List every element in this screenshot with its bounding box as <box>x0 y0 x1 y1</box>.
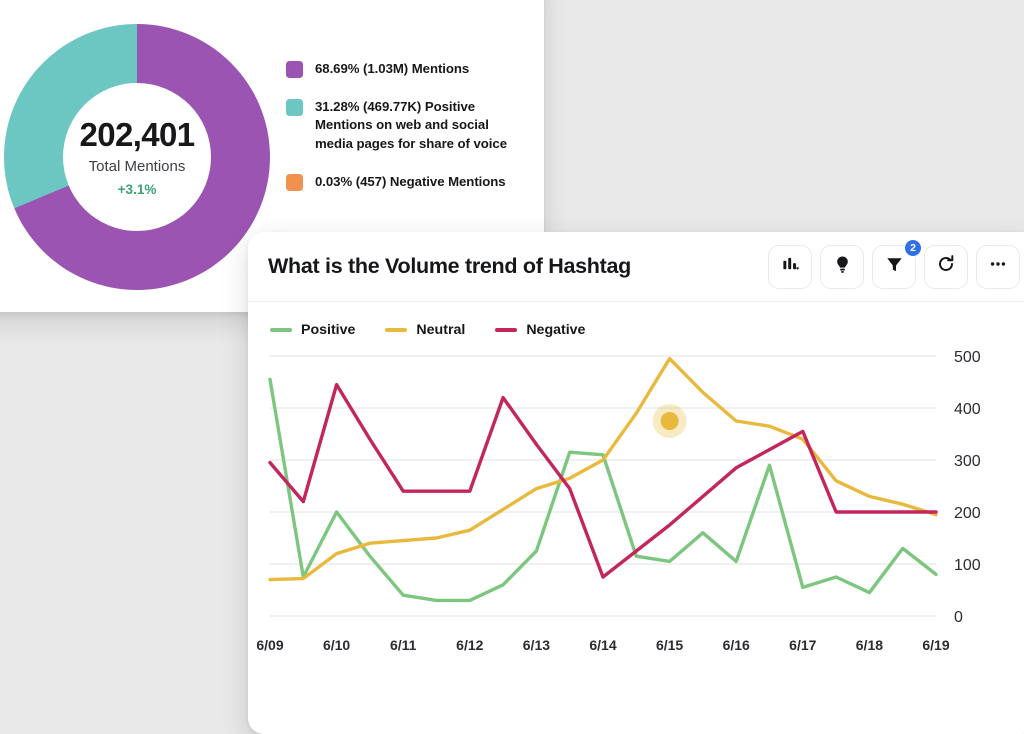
lightbulb-icon <box>833 255 852 279</box>
x-axis-tick: 6/10 <box>323 637 350 653</box>
donut-center: 202,401 Total Mentions +3.1% <box>63 83 211 231</box>
total-mentions-label: Total Mentions <box>89 158 186 175</box>
x-axis-tick: 6/17 <box>789 637 816 653</box>
y-axis-tick: 500 <box>954 349 981 366</box>
x-axis-tick: 6/11 <box>390 637 417 653</box>
more-options-icon <box>988 254 1008 279</box>
legend-item-label: 31.28% (469.77K) Positive Mentions on we… <box>315 98 524 154</box>
x-axis-tick: 6/13 <box>523 637 550 653</box>
x-axis-tick: 6/14 <box>589 637 616 653</box>
page-title: What is the Volume trend of Hashtag <box>268 254 768 279</box>
legend-color-swatch <box>286 61 303 78</box>
chart-legend-label: Neutral <box>416 322 465 338</box>
y-axis-tick: 0 <box>954 609 963 626</box>
x-axis-tick: 6/09 <box>256 637 283 653</box>
screen: 202,401 Total Mentions +3.1% 68.69% (1.0… <box>0 0 1024 734</box>
donut-legend: 68.69% (1.03M) Mentions 31.28% (469.77K) … <box>286 60 524 192</box>
highlight-point <box>661 412 679 430</box>
chart-legend: Positive Neutral Negative <box>248 302 1024 338</box>
filter-badge: 2 <box>904 239 922 257</box>
x-axis-tick: 6/19 <box>922 637 949 653</box>
volume-trend-card: What is the Volume trend of Hashtag <box>248 232 1024 734</box>
card-actions: 2 <box>768 245 1020 289</box>
chart-legend-item[interactable]: Positive <box>270 322 355 338</box>
donut-chart[interactable]: 202,401 Total Mentions +3.1% <box>4 24 270 290</box>
chart-type-button[interactable] <box>768 245 812 289</box>
donut-legend-item[interactable]: 68.69% (1.03M) Mentions <box>286 60 524 79</box>
x-axis-tick: 6/12 <box>456 637 483 653</box>
legend-item-label: 68.69% (1.03M) Mentions <box>315 60 469 79</box>
total-mentions-delta: +3.1% <box>118 182 157 197</box>
chart-legend-item[interactable]: Negative <box>495 322 585 338</box>
line-chart-svg[interactable]: 0 100 200 300 400 500 6/09 6/10 6/11 6/12 6/13 6/14… <box>248 338 1024 728</box>
legend-line-swatch <box>385 328 407 332</box>
x-axis-tick: 6/15 <box>656 637 683 653</box>
insights-button[interactable] <box>820 245 864 289</box>
filter-icon <box>885 255 904 279</box>
y-axis-tick: 100 <box>954 557 981 574</box>
y-axis-tick: 400 <box>954 401 981 418</box>
legend-color-swatch <box>286 99 303 116</box>
x-axis-tick: 6/18 <box>856 637 883 653</box>
total-mentions-value: 202,401 <box>79 118 194 151</box>
x-axis-tick: 6/16 <box>723 637 750 653</box>
bar-chart-icon <box>781 255 800 279</box>
donut-legend-item[interactable]: 0.03% (457) Negative Mentions <box>286 173 524 192</box>
refresh-icon <box>936 254 956 279</box>
legend-line-swatch <box>495 328 517 332</box>
series-line-positive <box>270 379 936 600</box>
refresh-button[interactable] <box>924 245 968 289</box>
card-header: What is the Volume trend of Hashtag <box>248 232 1024 302</box>
line-chart[interactable]: 0 100 200 300 400 500 6/09 6/10 6/11 6/12 6/13 6/14… <box>248 338 1024 728</box>
y-axis-tick: 300 <box>954 453 981 470</box>
chart-legend-label: Positive <box>301 322 355 338</box>
legend-item-label: 0.03% (457) Negative Mentions <box>315 173 506 192</box>
filter-button[interactable]: 2 <box>872 245 916 289</box>
legend-line-swatch <box>270 328 292 332</box>
series-line-neutral <box>270 359 936 580</box>
legend-color-swatch <box>286 174 303 191</box>
more-options-button[interactable] <box>976 245 1020 289</box>
y-axis-tick: 200 <box>954 505 981 522</box>
chart-legend-label: Negative <box>526 322 585 338</box>
chart-legend-item[interactable]: Neutral <box>385 322 465 338</box>
donut-legend-item[interactable]: 31.28% (469.77K) Positive Mentions on we… <box>286 98 524 154</box>
